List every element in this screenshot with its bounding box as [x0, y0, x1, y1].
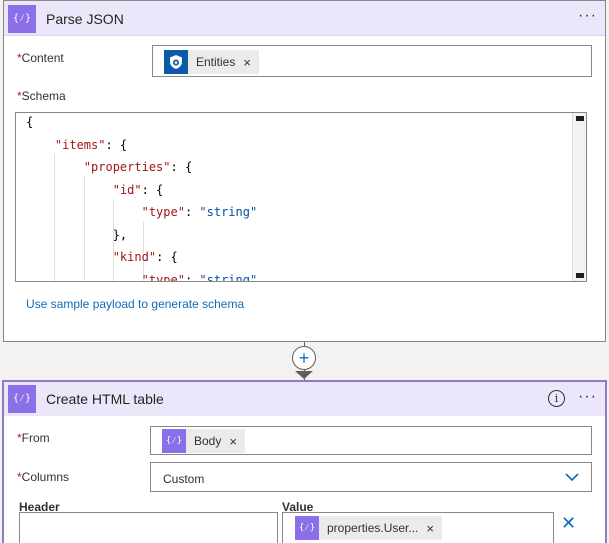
- columns-label: *Columns: [17, 470, 70, 484]
- schema-label: *Schema: [17, 89, 66, 103]
- code-line: "id": {: [112, 182, 164, 197]
- html-table-header[interactable]: {⁄} Create HTML table i ···: [4, 382, 605, 416]
- connector-arrow-icon: [295, 371, 313, 379]
- schema-editor[interactable]: { "items": { "properties": { "id": { "ty…: [15, 112, 587, 282]
- data-operation-icon: {⁄}: [8, 5, 36, 33]
- remove-row-icon[interactable]: ✕: [561, 513, 576, 534]
- code-line: },: [26, 227, 128, 242]
- parse-json-title: Parse JSON: [46, 11, 124, 27]
- content-label: *Content: [17, 51, 64, 65]
- scroll-thumb-top[interactable]: [576, 116, 584, 121]
- code-line: "kind": {: [112, 250, 178, 264]
- value-input[interactable]: {⁄} properties.User... ×: [282, 512, 554, 543]
- code-line: "type": "string": [141, 205, 258, 219]
- add-step-button[interactable]: +: [292, 346, 316, 370]
- columns-dropdown[interactable]: Custom: [150, 462, 592, 492]
- data-operation-icon: {⁄}: [162, 429, 186, 453]
- data-operation-icon: {⁄}: [295, 516, 319, 540]
- scroll-thumb-bottom[interactable]: [576, 273, 584, 278]
- content-input[interactable]: Entities ×: [152, 45, 592, 77]
- remove-token-icon[interactable]: ×: [229, 434, 237, 449]
- entities-token[interactable]: Entities ×: [164, 50, 259, 74]
- parse-json-header[interactable]: {⁄} Parse JSON ···: [4, 1, 605, 36]
- sample-payload-link[interactable]: Use sample payload to generate schema: [26, 297, 244, 311]
- create-html-table-card: {⁄} Create HTML table i ··· *From {⁄} Bo…: [2, 380, 607, 543]
- header-input[interactable]: [19, 512, 278, 543]
- from-input[interactable]: {⁄} Body ×: [150, 426, 592, 455]
- html-table-title: Create HTML table: [46, 391, 164, 407]
- code-line: "items": {: [54, 137, 128, 152]
- sentinel-shield-icon: [164, 50, 188, 74]
- remove-token-icon[interactable]: ×: [426, 521, 434, 536]
- code-line: "properties": {: [83, 160, 193, 174]
- properties-user-token[interactable]: {⁄} properties.User... ×: [295, 516, 442, 540]
- body-token[interactable]: {⁄} Body ×: [162, 429, 245, 453]
- code-line: "type": "string": [141, 272, 258, 282]
- info-icon[interactable]: i: [548, 390, 565, 407]
- data-operation-icon: {⁄}: [8, 385, 36, 413]
- remove-token-icon[interactable]: ×: [243, 55, 251, 70]
- from-label: *From: [17, 431, 50, 445]
- more-options-button[interactable]: ···: [578, 7, 597, 25]
- chevron-down-icon: [565, 473, 579, 482]
- editor-scrollbar[interactable]: [572, 113, 586, 281]
- more-options-button[interactable]: ···: [578, 388, 597, 406]
- code-line: {: [26, 115, 34, 129]
